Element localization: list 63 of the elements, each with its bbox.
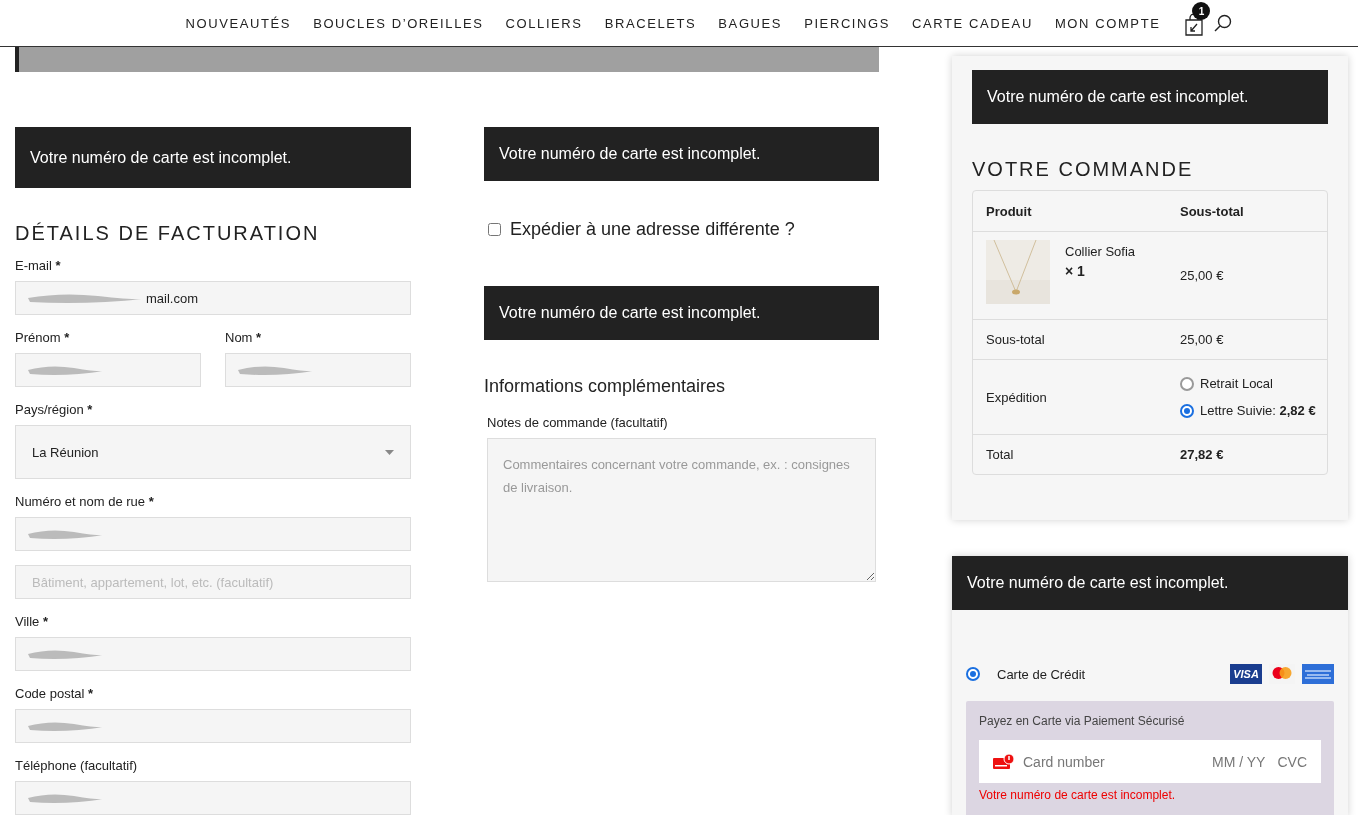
notes-field[interactable]: Commentaires concernant votre commande, ex. : consignes de livraison.: [487, 438, 876, 582]
section-heading: DÉTAILS DE FACTURATION: [15, 221, 321, 245]
payment-method-label[interactable]: Carte de Crédit: [997, 666, 1213, 682]
input-field[interactable]: [225, 353, 411, 387]
input-field[interactable]: [15, 637, 411, 671]
section-heading: VOTRE COMMANDE: [972, 157, 1195, 181]
nav-link[interactable]: COLLIERS: [505, 15, 583, 31]
table-cell-text: 25,00 €: [1179, 331, 1225, 349]
field-label: Nom *: [225, 329, 263, 347]
input-field[interactable]: [15, 781, 411, 815]
input-field[interactable]: mail.com: [15, 281, 411, 315]
select-field[interactable]: La Réunion: [15, 425, 411, 479]
card-input-field[interactable]: Card number MM / YY CVC: [979, 740, 1321, 783]
radio-button[interactable]: [1180, 403, 1194, 418]
checkbox-label[interactable]: Expédier à une adresse différente ?: [510, 218, 795, 240]
error-banner: Votre numéro de carte est incomplet.: [952, 556, 1348, 610]
field-label: Code postal *: [15, 685, 95, 703]
product-name: Collier Sofia: [1065, 244, 1136, 259]
input-field[interactable]: Bâtiment, appartement, lot, etc. (facultatif): [15, 565, 411, 599]
field-label: Prénom *: [15, 329, 71, 347]
nav-link[interactable]: CARTE CADEAU: [912, 15, 1033, 31]
cart-badge: 1: [1192, 2, 1211, 20]
radio-button[interactable]: [966, 667, 980, 681]
error-banner: Votre numéro de carte est incomplet.: [15, 127, 411, 188]
error-message: Votre numéro de carte est incomplet.: [979, 788, 1177, 802]
nav-link[interactable]: MON COMPTE: [1054, 15, 1161, 31]
input-field[interactable]: [15, 709, 411, 743]
input-field[interactable]: [15, 353, 201, 387]
card-brand-logo: [1302, 664, 1334, 684]
section-heading: Informations complémentaires: [484, 375, 727, 397]
table-cell-text: 25,00 €: [1179, 267, 1225, 285]
shipping-option[interactable]: Lettre Suivie: 2,82 €: [1200, 403, 1316, 418]
error-banner: Votre numéro de carte est incomplet.: [972, 70, 1328, 124]
field-label: E-mail *: [15, 257, 62, 275]
nav-link[interactable]: BAGUES: [718, 15, 783, 31]
nav-link[interactable]: BOUCLES D’OREILLES: [313, 15, 484, 31]
checkbox[interactable]: [488, 222, 501, 236]
field-label: Notes de commande (facultatif): [487, 414, 669, 432]
column-header: Produit: [985, 202, 1033, 221]
nav-link[interactable]: BRACELETS: [604, 15, 697, 31]
nav-link[interactable]: NOUVEAUTÉS: [185, 15, 292, 31]
nav-link[interactable]: PIERCINGS: [804, 15, 891, 31]
field-label: Pays/région *: [15, 401, 94, 419]
caret-icon: [385, 449, 394, 455]
shopping-bag-icon[interactable]: [1184, 14, 1205, 36]
product-quantity: × 1: [1065, 263, 1086, 279]
table-cell-text: Expédition: [985, 388, 1048, 407]
table-cell-text: Sous-total: [985, 331, 1046, 349]
radio-button[interactable]: [1180, 376, 1194, 391]
field-label: Numéro et nom de rue *: [15, 493, 155, 511]
error-banner: Votre numéro de carte est incomplet.: [484, 286, 879, 340]
table-cell-text: 27,82 €: [1179, 446, 1225, 464]
search-icon[interactable]: [1214, 14, 1233, 32]
field-label: Ville *: [15, 613, 50, 631]
input-field[interactable]: [15, 517, 411, 551]
card-brand-logo: VISA: [1230, 664, 1262, 684]
field-label: Téléphone (facultatif): [15, 757, 139, 775]
card-error-icon: [993, 753, 1015, 770]
error-banner: Votre numéro de carte est incomplet.: [484, 127, 879, 181]
form-title: Payez en Carte via Paiement Sécurisé: [979, 714, 1186, 728]
shipping-option[interactable]: Retrait Local: [1200, 376, 1273, 391]
column-header: Sous-total: [1179, 202, 1245, 221]
table-cell-text: Total: [985, 446, 1015, 464]
